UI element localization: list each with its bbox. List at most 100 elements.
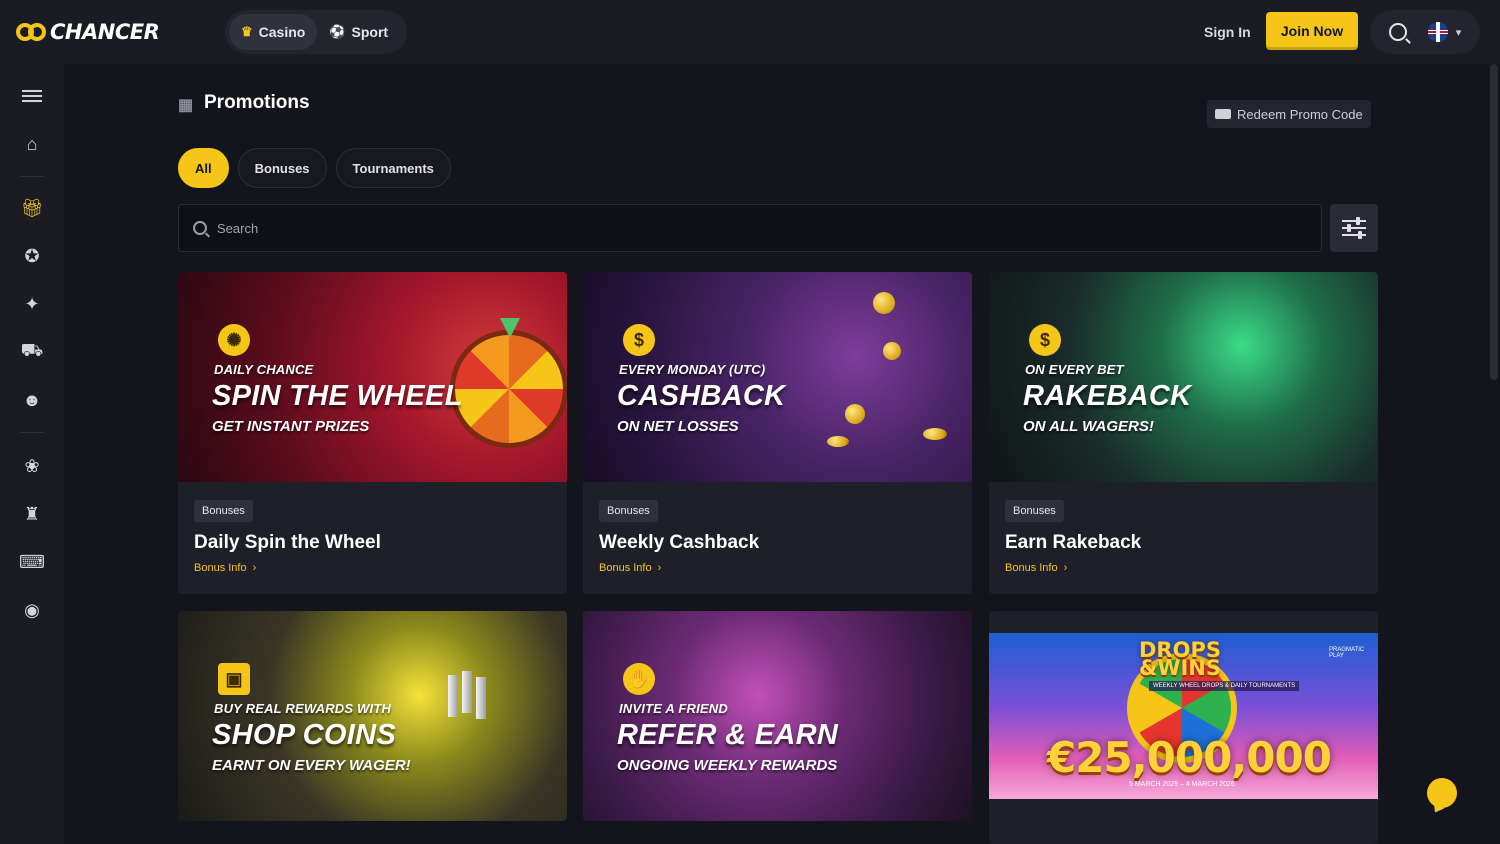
promo-banner: $ ON EVERY BET RAKEBACK ON ALL WAGERS! — [989, 272, 1378, 482]
promo-banner: ▣ BUY REAL REWARDS WITH SHOP COINS EARNT… — [178, 611, 567, 821]
banner-subtitle: ONGOING WEEKLY REWARDS — [617, 757, 838, 774]
hamburger-icon[interactable] — [20, 84, 44, 108]
coin-graphic — [883, 342, 901, 360]
casino-tab[interactable]: ♛ Casino — [229, 14, 318, 50]
top-bar: CHANCER ♛ Casino ⚽ Sport Sign In Join No… — [0, 0, 1500, 64]
cherries-icon[interactable]: ❀ — [20, 454, 44, 478]
treasure-chest-icon: ▣ — [218, 663, 250, 695]
chevron-right-icon: › — [252, 562, 257, 574]
card-title: Earn Rakeback — [1005, 532, 1142, 553]
silver-bar-graphic — [476, 677, 486, 719]
sport-icon: ⚽ — [329, 24, 346, 39]
banner-headline: RAKEBACK — [1023, 380, 1192, 412]
join-now-button[interactable]: Join Now — [1266, 12, 1358, 50]
banner-pretitle: BUY REAL REWARDS WITH — [214, 701, 392, 716]
cart-icon[interactable]: ⛟ — [20, 340, 44, 364]
card-icon[interactable]: ♜ — [20, 502, 44, 526]
banner-subtitle: ON NET LOSSES — [617, 418, 739, 435]
page-scrollbar[interactable] — [1490, 64, 1498, 380]
uk-flag-icon[interactable] — [1428, 22, 1449, 42]
banner-headline: SHOP COINS — [212, 719, 397, 751]
sport-label: Sport — [351, 24, 389, 40]
banner-subtitle: ON ALL WAGERS! — [1023, 418, 1154, 435]
bonus-info-label: Bonus Info — [599, 562, 652, 574]
bonus-info-label: Bonus Info — [1005, 562, 1058, 574]
medal-icon[interactable]: ✪ — [20, 244, 44, 268]
card-title: Weekly Cashback — [599, 532, 760, 553]
banner-pretitle: DAILY CHANCE — [214, 362, 314, 377]
handshake-icon: ✋ — [623, 663, 655, 695]
wheel-graphic — [450, 330, 567, 448]
gift-icon: ▦ — [178, 97, 194, 114]
coin-graphic — [827, 436, 849, 447]
tab-tournaments[interactable]: Tournaments — [335, 148, 451, 188]
promo-card-shop-coins[interactable]: ▣ BUY REAL REWARDS WITH SHOP COINS EARNT… — [178, 611, 567, 821]
card-body: Bonuses Weekly Cashback Bonus Info › — [583, 482, 972, 594]
bonus-info-label: Bonus Info — [194, 562, 247, 574]
users-icon[interactable]: ☻ — [20, 388, 44, 412]
promo-banner: ✺ DAILY CHANCE SPIN THE WHEEL GET INSTAN… — [178, 272, 567, 482]
mode-switch: ♛ Casino ⚽ Sport — [225, 10, 407, 54]
banner-headline: CASHBACK — [617, 380, 786, 412]
card-body: Bonuses Daily Spin the Wheel Bonus Info › — [178, 482, 567, 594]
search-bar — [178, 204, 1322, 252]
search-icon[interactable] — [1388, 23, 1407, 41]
promo-card-rakeback[interactable]: $ ON EVERY BET RAKEBACK ON ALL WAGERS! B… — [989, 272, 1378, 594]
banner-pretitle: EVERY MONDAY (UTC) — [619, 362, 766, 377]
sidebar: ⌂ 🎁︎ ✪ ✦ ⛟ ☻ ❀ ♜ ⌨ ◉ — [0, 64, 64, 844]
banner-subtitle: GET INSTANT PRIZES — [212, 418, 370, 435]
wheel-pin-icon — [500, 318, 520, 338]
card-title: Daily Spin the Wheel — [194, 532, 381, 553]
bonus-info-link[interactable]: Bonus Info › — [599, 562, 956, 574]
promo-card-drops-wins[interactable]: DROPS &WINS WEEKLY WHEEL DROPS & DAILY T… — [989, 611, 1378, 844]
filter-tabs: All Bonuses Tournaments — [178, 148, 451, 188]
redeem-label: Redeem Promo Code — [1237, 106, 1363, 122]
banner-subtitle: EARNT ON EVERY WAGER! — [212, 757, 411, 774]
gamepad-icon[interactable]: ⌨ — [19, 550, 45, 574]
rakeback-coin-icon: $ — [1029, 324, 1061, 356]
sport-tab[interactable]: ⚽ Sport — [317, 14, 400, 50]
ticket-icon[interactable]: ✦ — [20, 292, 44, 316]
bonus-info-link[interactable]: Bonus Info › — [1005, 562, 1362, 574]
lemon-icon: ✺ — [218, 324, 250, 356]
chip-icon[interactable]: ◉ — [20, 598, 44, 622]
drops-wins-subtitle: WEEKLY WHEEL DROPS & DAILY TOURNAMENTS — [1149, 681, 1300, 691]
chevron-right-icon: › — [1063, 562, 1068, 574]
filter-button[interactable] — [1330, 204, 1378, 252]
chat-bubble-icon[interactable] — [1427, 778, 1457, 808]
prize-amount: €25,000,000 — [1047, 733, 1332, 782]
promo-card-spin-wheel[interactable]: ✺ DAILY CHANCE SPIN THE WHEEL GET INSTAN… — [178, 272, 567, 594]
chevron-down-icon[interactable]: ▾ — [1456, 26, 1462, 39]
bonus-info-link[interactable]: Bonus Info › — [194, 562, 551, 574]
card-body: Bonuses Earn Rakeback Bonus Info › — [989, 482, 1378, 594]
silver-bar-graphic — [448, 675, 458, 717]
ticket-icon — [1215, 109, 1231, 119]
chancer-logo[interactable]: CHANCER — [16, 20, 160, 44]
promo-card-refer-earn[interactable]: ✋ INVITE A FRIEND REFER & EARN ONGOING W… — [583, 611, 972, 821]
category-badge: Bonuses — [1005, 500, 1064, 522]
coin-graphic — [873, 292, 895, 314]
category-badge: Bonuses — [599, 500, 658, 522]
banner-pretitle: ON EVERY BET — [1025, 362, 1124, 377]
home-icon[interactable]: ⌂ — [20, 132, 44, 156]
brand-name: CHANCER — [50, 20, 160, 44]
banner-pretitle: INVITE A FRIEND — [619, 701, 728, 716]
promo-dates: 5 MARCH 2025 – 4 MARCH 2026 — [1129, 781, 1235, 788]
tab-bonuses[interactable]: Bonuses — [237, 148, 327, 188]
promo-banner: DROPS &WINS WEEKLY WHEEL DROPS & DAILY T… — [989, 633, 1378, 799]
coin-graphic — [845, 404, 865, 424]
chevron-right-icon: › — [657, 562, 662, 574]
sign-in-button[interactable]: Sign In — [1204, 24, 1251, 40]
coin-graphic — [923, 428, 947, 440]
tab-all[interactable]: All — [178, 148, 229, 188]
page-title: ▦ Promotions — [178, 92, 310, 114]
logo-mark-icon — [16, 23, 46, 41]
redeem-promo-button[interactable]: Redeem Promo Code — [1207, 100, 1371, 128]
casino-icon: ♛ — [241, 24, 253, 39]
promo-card-cashback[interactable]: $ EVERY MONDAY (UTC) CASHBACK ON NET LOS… — [583, 272, 972, 594]
provider-logo: PRAGMATIC PLAY — [1329, 647, 1365, 659]
search-input[interactable] — [217, 220, 1117, 236]
sidebar-divider — [20, 432, 44, 433]
gift-icon[interactable]: 🎁︎ — [20, 196, 44, 220]
promo-banner: ✋ INVITE A FRIEND REFER & EARN ONGOING W… — [583, 611, 972, 821]
